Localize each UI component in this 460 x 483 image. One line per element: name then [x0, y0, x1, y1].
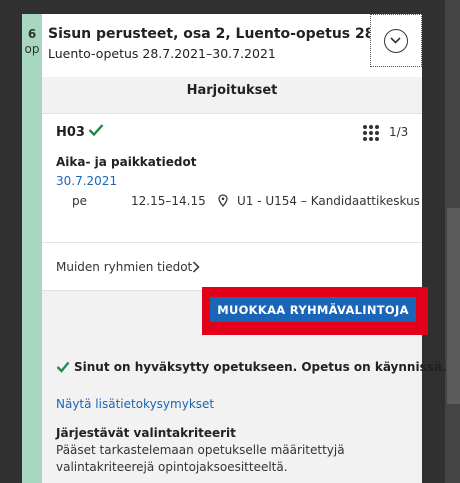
- time-range: 12.15–14.15: [131, 194, 206, 208]
- other-groups-link[interactable]: Muiden ryhmien tiedot: [56, 260, 192, 274]
- scrollbar-thumb[interactable]: [447, 208, 460, 404]
- enrollment-status-text: Sinut on hyväksytty opetukseen. Opetus o…: [74, 360, 447, 374]
- course-details: Harjoitukset H03 1/3 Aika- ja paikkatied…: [42, 77, 447, 483]
- group-card: H03 1/3 Aika- ja paikkatiedot 30.7.2021 …: [42, 113, 422, 291]
- edit-group-selections-button[interactable]: MUOKKAA RYHMÄVALINTOJA: [210, 297, 416, 322]
- group-id: H03: [56, 125, 85, 140]
- show-extra-questions-link[interactable]: Näytä lisätietokysymykset: [56, 397, 214, 411]
- map-pin-icon: [218, 194, 228, 207]
- criteria-text: Pääset tarkastelemaan opetukselle määrit…: [56, 443, 345, 474]
- chevron-right-icon[interactable]: [192, 261, 200, 273]
- date-link[interactable]: 30.7.2021: [56, 174, 117, 188]
- edit-groups-highlight: MUOKKAA RYHMÄVALINTOJA: [202, 287, 428, 335]
- credits-unit: op: [24, 42, 40, 56]
- time-place-label: Aika- ja paikkatiedot: [56, 155, 197, 169]
- divider: [42, 242, 422, 243]
- collapse-button[interactable]: [370, 14, 422, 67]
- course-subtitle: Luento-opetus 28.7.2021–30.7.2021: [48, 46, 276, 61]
- chevron-down-icon: [384, 29, 408, 53]
- course-card: 6 op Sisun perusteet, osa 2, Luento-opet…: [22, 14, 447, 483]
- check-icon: [56, 361, 70, 373]
- groups-grid-icon: [363, 125, 379, 141]
- course-header: Sisun perusteet, osa 2, Luento-opetus 28…: [42, 14, 422, 67]
- credit-strip: 6 op: [22, 14, 42, 483]
- location: U1 - U154 – Kandidaattikeskus: [237, 194, 420, 208]
- weekday: pe: [72, 194, 87, 208]
- section-heading: Harjoitukset: [186, 83, 278, 98]
- criteria-heading: Järjestävät valintakriteerit: [56, 426, 236, 440]
- check-icon: [88, 124, 104, 137]
- group-count: 1/3: [389, 125, 409, 139]
- credits-value: 6: [27, 27, 37, 41]
- course-title: Sisun perusteet, osa 2, Luento-opetus 28…: [48, 26, 370, 42]
